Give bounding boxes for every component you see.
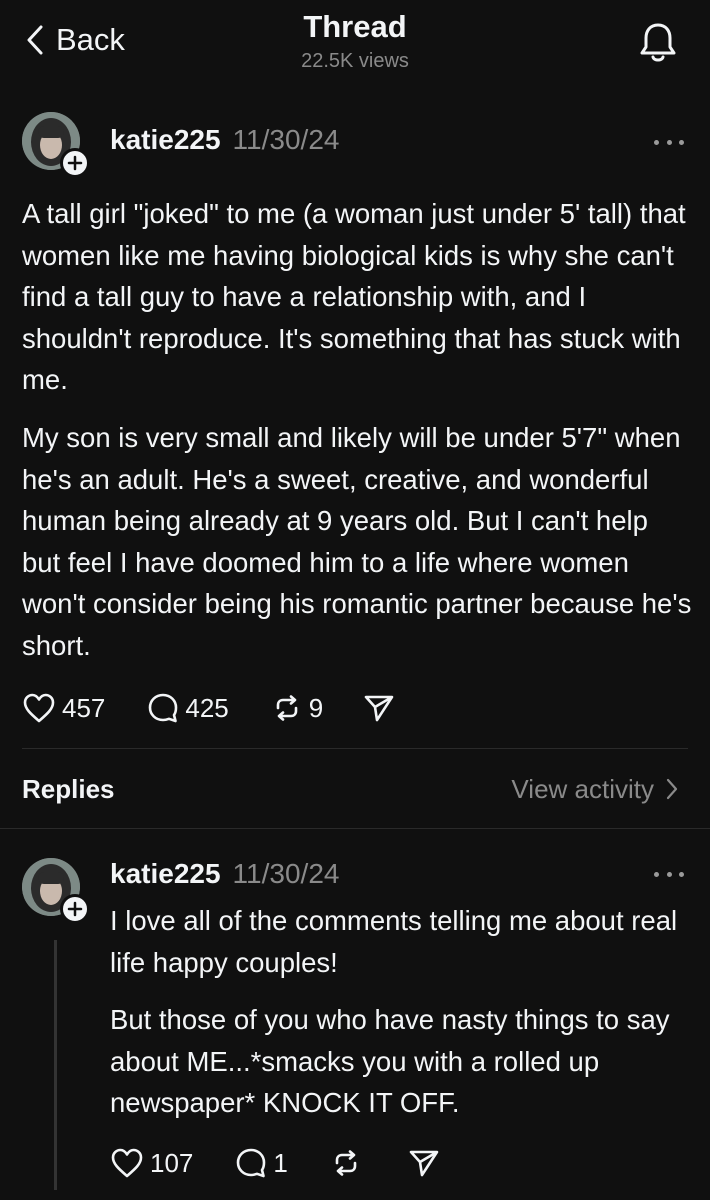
notifications-button[interactable] — [637, 20, 679, 64]
reply-author-avatar[interactable] — [22, 858, 90, 924]
post-author-avatar[interactable] — [22, 112, 90, 178]
post-actions: 457 425 9 — [22, 688, 395, 728]
share-button[interactable] — [408, 1148, 440, 1178]
follow-button[interactable] — [60, 148, 90, 178]
bell-icon — [640, 23, 676, 62]
heart-icon — [111, 1148, 143, 1178]
follow-button[interactable] — [60, 894, 90, 924]
post-paragraph: My son is very small and likely will be … — [22, 421, 692, 661]
view-activity-link[interactable]: View activity — [511, 774, 678, 804]
comment-count: 425 — [185, 692, 229, 723]
thread-screen: Back Thread 22.5K views katie225 11/30/2… — [0, 0, 710, 1200]
repost-button[interactable] — [330, 1147, 368, 1179]
replies-label: Replies — [22, 774, 115, 804]
comment-button[interactable]: 425 — [147, 692, 229, 724]
post-body: A tall girl "joked" to me (a woman just … — [22, 193, 692, 667]
repost-icon — [335, 1150, 357, 1176]
reply-body: I love all of the comments telling me ab… — [110, 900, 695, 1124]
comment-count: 1 — [273, 1147, 288, 1178]
like-count: 457 — [62, 692, 106, 723]
like-button[interactable]: 107 — [110, 1147, 193, 1179]
repost-button[interactable]: 9 — [271, 692, 323, 724]
view-activity-label: View activity — [511, 774, 654, 804]
reply-meta: katie225 11/30/24 — [110, 858, 339, 890]
more-dots-icon[interactable] — [654, 140, 684, 150]
reply-actions: 107 1 — [110, 1143, 440, 1183]
reply-thread-line — [54, 940, 57, 1190]
divider — [0, 828, 710, 829]
send-icon — [409, 1150, 439, 1177]
post-paragraph: A tall girl "joked" to me (a woman just … — [22, 198, 686, 396]
like-button[interactable]: 457 — [22, 692, 105, 724]
chevron-right-icon — [666, 778, 678, 800]
plus-icon — [67, 155, 83, 171]
reply-username[interactable]: katie225 — [110, 858, 221, 890]
comment-bubble-icon — [237, 1148, 266, 1178]
more-dots-icon[interactable] — [654, 872, 684, 882]
reply-paragraph: I love all of the comments telling me ab… — [110, 905, 678, 978]
reply-paragraph: But those of you who have nasty things t… — [110, 1004, 670, 1119]
share-button[interactable] — [363, 693, 395, 723]
post-username[interactable]: katie225 — [110, 124, 221, 156]
send-icon — [364, 695, 394, 722]
heart-icon — [23, 693, 55, 723]
like-count: 107 — [150, 1147, 194, 1178]
post-meta: katie225 11/30/24 — [110, 124, 339, 156]
reply-timestamp: 11/30/24 — [232, 858, 340, 889]
header-title-block: Thread 22.5K views — [0, 8, 710, 74]
repost-count: 9 — [308, 692, 324, 723]
comment-button[interactable]: 1 — [235, 1147, 288, 1179]
plus-icon — [67, 901, 83, 917]
divider — [22, 748, 688, 749]
post-timestamp: 11/30/24 — [232, 124, 340, 155]
page-title: Thread — [303, 9, 407, 44]
comment-bubble-icon — [149, 693, 178, 723]
repost-icon — [276, 695, 298, 721]
view-count: 22.5K views — [301, 50, 409, 72]
